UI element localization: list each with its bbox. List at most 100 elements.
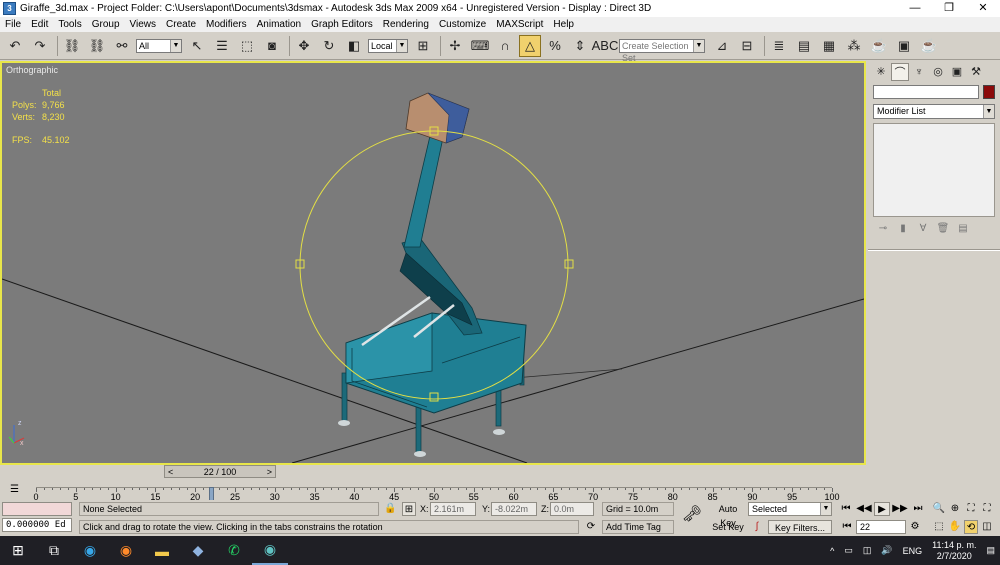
zoom-extents-icon[interactable]: ⛶ [964,502,978,516]
keyboard-shortcut-override-icon[interactable]: ⌨ [469,35,491,57]
hierarchy-tab-icon[interactable]: ♆ [910,63,928,81]
render-setup-icon[interactable]: ☕ [868,35,890,57]
time-slider-prev-button[interactable]: < [165,467,176,477]
volume-icon[interactable]: 🔊 [881,545,892,556]
x-coordinate-field[interactable]: 2.161m [430,502,476,516]
menu-edit[interactable]: Edit [26,19,53,30]
menu-graph-editors[interactable]: Graph Editors [306,19,378,30]
orbit-icon[interactable]: ⟲ [964,520,978,534]
3dsmax-taskbar-icon[interactable]: ◉ [252,536,288,565]
mirror-icon[interactable]: ⊿ [711,35,733,57]
modifier-stack[interactable] [873,123,995,217]
maximize-button[interactable]: ❐ [932,0,966,17]
object-color-swatch[interactable] [983,85,995,99]
create-tab-icon[interactable]: ✳ [872,63,890,81]
pin-stack-icon[interactable]: ⊸ [873,223,893,234]
chat-icon[interactable]: ▭ [844,545,853,556]
menu-views[interactable]: Views [125,19,162,30]
maxscript-listener-mini[interactable] [2,502,72,516]
pan-view-icon[interactable]: ✋ [948,520,962,534]
time-slider-thumb[interactable]: < 22 / 100 > [164,465,276,478]
auto-key-button[interactable]: Auto Key [710,502,746,528]
menu-help[interactable]: Help [548,19,579,30]
maxscript-result-field[interactable]: 0.000000 Ed [2,518,72,532]
window-crossing-icon[interactable]: ◙ [261,35,283,57]
taskbar-clock[interactable]: 11:14 p. m. 2/7/2020 [932,540,976,562]
zoom-icon[interactable]: 🔍 [932,502,946,516]
rendered-frame-window-icon[interactable]: ▣ [893,35,915,57]
material-editor-icon[interactable]: ⁂ [843,35,865,57]
redo-icon[interactable]: ↷ [29,35,51,57]
select-manipulate-icon[interactable]: ✢ [444,35,466,57]
time-configuration-icon[interactable]: ⚙ [908,520,922,534]
trackbar-ruler[interactable]: 0 5 10 15 20 25 30 35 40 45 50 55 60 65 70 75 80 85 90 95 10… [33,487,840,505]
menu-group[interactable]: Group [87,19,125,30]
3dsmax-app-icon[interactable]: 3 [3,2,16,15]
gizmo-handle[interactable] [564,259,574,269]
file-explorer-icon[interactable]: ▬ [144,536,180,565]
edit-named-selection-icon[interactable]: ABC [592,35,619,57]
schematic-view-icon[interactable]: ▦ [818,35,840,57]
show-hidden-icons-icon[interactable]: ^ [830,546,834,556]
unlink-icon[interactable]: ⛓ [86,35,108,57]
menu-file[interactable]: File [0,19,26,30]
curve-editor-icon[interactable]: ▤ [793,35,815,57]
y-coordinate-field[interactable]: -8.022m [491,502,537,516]
selection-filter-dropdown[interactable]: All ▼ [136,38,182,53]
remove-modifier-icon[interactable]: 🗑 [933,223,953,234]
angle-snap-icon[interactable]: △ [519,34,541,57]
trackbar-menu-icon[interactable]: ☰ [10,484,19,495]
menu-create[interactable]: Create [161,19,201,30]
layer-manager-icon[interactable]: ≣ [768,35,790,57]
key-mode-toggle-icon[interactable]: ∫ [750,520,764,534]
firefox-icon[interactable]: ◉ [108,536,144,565]
edge-browser-icon[interactable]: ◉ [72,536,108,565]
trackbar[interactable]: ☰ 0 5 10 15 20 25 30 35 40 45 50 55 60 65 70 75 80 85 90 95… [0,481,866,505]
z-coordinate-field[interactable]: 0.0m [550,502,594,516]
zoom-all-icon[interactable]: ⊕ [948,502,962,516]
spinner-snap-icon[interactable]: ⇕ [569,35,591,57]
menu-maxscript[interactable]: MAXScript [491,19,548,30]
show-end-result-icon[interactable]: ▮ [893,223,913,234]
zoom-extents-all-icon[interactable]: ⛶ [980,502,994,516]
snaps-toggle-icon[interactable]: ∩ [494,35,516,57]
time-tag-icon[interactable]: ⟳ [584,520,598,534]
key-filters-button[interactable]: Key Filters... [768,520,832,534]
notifications-icon[interactable]: ▤ [986,545,995,556]
rotate-icon[interactable]: ↻ [318,35,340,57]
windows-start-icon[interactable]: ⊞ [0,536,36,565]
task-view-icon[interactable]: ⧉ [36,536,72,565]
time-slider[interactable]: < 22 / 100 > [0,465,866,479]
play-icon[interactable]: ▶ [874,502,890,516]
region-zoom-icon[interactable]: ⬚ [932,520,946,534]
next-frame-icon[interactable]: ▶▶ [892,502,908,516]
motion-tab-icon[interactable]: ◎ [929,63,947,81]
lock-selection-icon[interactable]: 🔒 [384,502,396,516]
undo-icon[interactable]: ↶ [4,35,26,57]
menu-animation[interactable]: Animation [252,19,306,30]
display-tab-icon[interactable]: ▣ [948,63,966,81]
minimize-button[interactable]: — [898,0,932,17]
move-icon[interactable]: ✥ [293,35,315,57]
menu-tools[interactable]: Tools [53,19,86,30]
viewport-label[interactable]: Orthographic [6,65,58,75]
app-installer-icon[interactable]: ◆ [180,536,216,565]
language-indicator[interactable]: ENG [903,546,923,556]
rectangular-selection-icon[interactable]: ⬚ [236,35,258,57]
bind-space-warp-icon[interactable]: ⚯ [111,35,133,57]
add-time-tag-button[interactable]: Add Time Tag [602,520,674,534]
set-key-icon[interactable]: 🗝 [678,507,706,528]
go-to-start-icon[interactable]: ⏮ [838,502,854,516]
align-icon[interactable]: ⊟ [736,35,758,57]
object-name-field[interactable] [873,85,979,99]
go-to-end-icon[interactable]: ⏭ [910,502,926,516]
modify-tab-icon[interactable]: ⌒ [891,63,909,81]
key-mode-icon[interactable]: ⏮ [840,520,854,534]
close-button[interactable]: ✕ [966,0,1000,17]
absolute-mode-transform-icon[interactable]: ⊞ [402,502,416,516]
modifier-list-dropdown[interactable]: Modifier List ▼ [873,104,995,119]
current-frame-field[interactable]: 22 [856,520,906,534]
time-slider-next-button[interactable]: > [264,467,275,477]
quick-render-icon[interactable]: ☕ [918,35,940,57]
menu-rendering[interactable]: Rendering [378,19,434,30]
